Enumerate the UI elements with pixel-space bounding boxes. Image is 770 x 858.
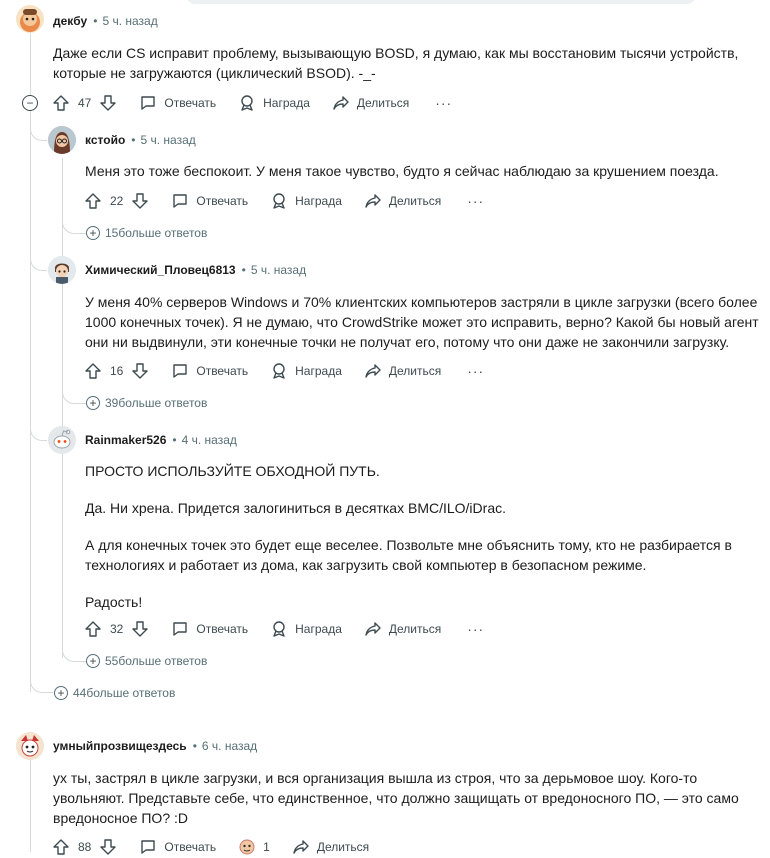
downvote-icon[interactable] <box>131 362 149 380</box>
author-name[interactable]: Химический_Пловец6813 <box>85 263 236 277</box>
more-options-icon[interactable]: ··· <box>467 364 484 378</box>
comment-meta: кстойо • 5 ч. назад <box>85 133 196 147</box>
comment-icon <box>141 840 156 854</box>
downvote-icon[interactable] <box>131 620 149 638</box>
comment-actions: 16 Отвечать Награда Делиться ··· <box>84 360 484 382</box>
upvote-icon[interactable] <box>84 192 102 210</box>
plus-icon: + <box>86 654 100 668</box>
comment-body: У меня 40% серверов Windows и 70% клиент… <box>85 294 759 350</box>
downvote-icon[interactable] <box>99 838 117 856</box>
timestamp: 6 ч. назад <box>201 739 258 753</box>
avatar[interactable] <box>16 732 44 760</box>
thread-elbow <box>30 248 47 271</box>
more-replies-link[interactable]: + 15больше ответов <box>86 224 207 242</box>
reply-button[interactable]: Отвечать <box>139 94 216 112</box>
downvote-icon[interactable] <box>131 192 149 210</box>
comment-body: ух ты, застрял в цикле загрузки, и вся о… <box>53 770 739 826</box>
comment-icon <box>141 96 156 110</box>
more-replies-link[interactable]: + 39больше ответов <box>86 394 207 412</box>
author-name[interactable]: декбу <box>53 14 87 28</box>
thread-more-replies-link[interactable]: + 44больше ответов <box>54 684 175 702</box>
author-name[interactable]: кстойо <box>85 133 125 147</box>
reply-button[interactable]: Отвечать <box>139 838 216 856</box>
upvote-icon[interactable] <box>84 620 102 638</box>
thread-line-replies <box>62 158 63 658</box>
comment-icon <box>173 622 188 636</box>
avatar[interactable] <box>48 256 76 284</box>
avatar[interactable] <box>48 426 76 454</box>
comment-actions: 22 Отвечать Награда Делиться ··· <box>84 190 484 212</box>
vote-count: 32 <box>110 622 124 636</box>
share-button[interactable]: Делиться <box>332 94 409 112</box>
author-name[interactable]: умныйпрозвищездесь <box>53 739 187 753</box>
vote-count: 16 <box>110 364 124 378</box>
share-button[interactable]: Делиться <box>364 620 441 638</box>
comment-meta: Химический_Пловец6813 • 5 ч. назад <box>85 263 307 277</box>
vote-count: 22 <box>110 194 124 208</box>
vote-count: 47 <box>78 96 92 110</box>
comment-body: ПРОСТО ИСПОЛЬЗУЙТЕ ОБХОДНОЙ ПУТЬ. Да. Ни… <box>85 463 732 610</box>
plus-icon: + <box>86 226 100 240</box>
award-button[interactable]: Награда <box>270 362 342 380</box>
timestamp: 5 ч. назад <box>250 263 307 277</box>
author-name[interactable]: Rainmaker526 <box>85 433 166 447</box>
comment-actions: 88 Отвечать 1 Делиться <box>52 836 369 858</box>
share-icon <box>293 840 309 854</box>
thread-elbow <box>62 648 87 662</box>
comment-meta: декбу • 5 ч. назад <box>53 14 158 28</box>
comment-meta: Rainmaker526 • 4 ч. назад <box>85 433 237 447</box>
timestamp: 5 ч. назад <box>140 133 196 147</box>
share-icon <box>333 96 349 110</box>
upvote-icon[interactable] <box>52 94 70 112</box>
thread-line-next <box>30 760 31 852</box>
award-button[interactable]: Награда <box>270 192 342 210</box>
more-options-icon[interactable]: ··· <box>467 622 484 636</box>
share-button[interactable]: Делиться <box>292 838 369 856</box>
timestamp: 4 ч. назад <box>181 433 237 447</box>
comment-icon <box>173 364 188 378</box>
award-icon <box>241 95 253 111</box>
award-icon <box>273 363 285 379</box>
thread-elbow <box>62 390 87 404</box>
reply-button[interactable]: Отвечать <box>171 192 248 210</box>
thread-elbow <box>30 678 53 693</box>
collapse-thread-button[interactable]: − <box>22 95 38 111</box>
share-button[interactable]: Делиться <box>364 192 441 210</box>
plus-icon: + <box>86 396 100 410</box>
comment-actions: 32 Отвечать Награда Делиться ··· <box>84 618 484 640</box>
more-options-icon[interactable]: ··· <box>435 96 452 110</box>
downvote-icon[interactable] <box>99 94 117 112</box>
award-icon <box>273 193 285 209</box>
award-button[interactable]: 1 <box>238 838 270 856</box>
award-icon <box>273 621 285 637</box>
reply-button[interactable]: Отвечать <box>171 620 248 638</box>
timestamp: 5 ч. назад <box>102 14 158 28</box>
award-button[interactable]: Награда <box>270 620 342 638</box>
more-options-icon[interactable]: ··· <box>467 194 484 208</box>
comment-body: Даже если CS исправит проблему, вызывающ… <box>53 45 739 81</box>
share-icon <box>365 622 381 636</box>
share-icon <box>365 364 381 378</box>
upvote-icon[interactable] <box>84 362 102 380</box>
comment-icon <box>173 194 188 208</box>
reply-button[interactable]: Отвечать <box>171 362 248 380</box>
comment-actions: 47 Отвечать Награда Делиться ··· <box>52 92 452 114</box>
avatar[interactable] <box>48 126 76 154</box>
award-button[interactable]: Награда <box>238 94 310 112</box>
thread-elbow <box>30 418 47 441</box>
comment-meta: умныйпрозвищездесь • 6 ч. назад <box>53 739 258 753</box>
search-bar[interactable] <box>186 0 696 4</box>
thread-elbow <box>62 220 87 234</box>
comment-body: Меня это тоже беспокоит. У меня такое чу… <box>85 163 719 179</box>
share-button[interactable]: Делиться <box>364 362 441 380</box>
plus-icon: + <box>54 686 68 700</box>
award-badge-icon <box>239 839 255 855</box>
thread-elbow <box>30 120 47 141</box>
more-replies-link[interactable]: + 55больше ответов <box>86 652 207 670</box>
upvote-icon[interactable] <box>52 838 70 856</box>
avatar[interactable] <box>16 5 44 33</box>
share-icon <box>365 194 381 208</box>
